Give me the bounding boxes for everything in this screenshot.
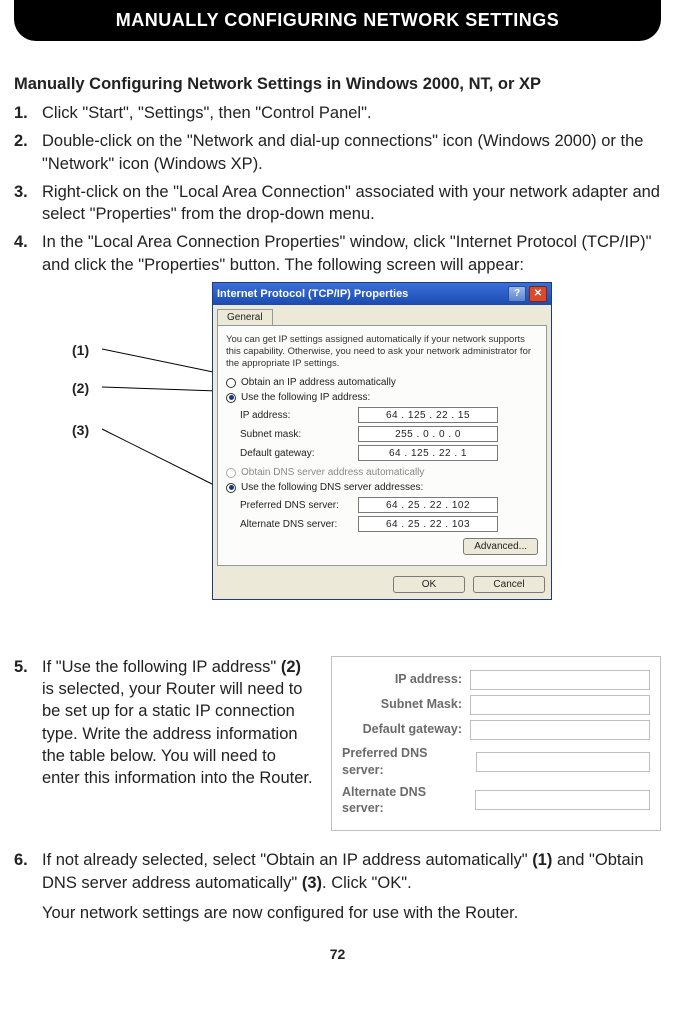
blank-label-mask: Subnet Mask: bbox=[381, 696, 462, 713]
callout-3: (3) bbox=[72, 422, 89, 438]
radio-icon bbox=[226, 393, 236, 403]
blank-gw[interactable] bbox=[470, 720, 650, 740]
step-text-bold: (2) bbox=[281, 658, 301, 676]
step6-followup: Your network settings are now configured… bbox=[14, 902, 661, 924]
step-text-bold: (1) bbox=[532, 851, 552, 869]
input-adns[interactable]: 64 . 25 . 22 . 103 bbox=[358, 516, 498, 532]
dialog-note: You can get IP settings assigned automat… bbox=[226, 334, 538, 370]
dialog-illustration: (1) (2) (3) Internet Protocol (TCP/IP) P… bbox=[14, 282, 661, 642]
blank-label-adns: Alternate DNS server: bbox=[342, 784, 467, 818]
dialog-titlebar[interactable]: Internet Protocol (TCP/IP) Properties ? … bbox=[213, 283, 551, 305]
callout-1: (1) bbox=[72, 342, 89, 358]
radio-label: Use the following IP address: bbox=[241, 392, 370, 403]
tcpip-dialog: Internet Protocol (TCP/IP) Properties ? … bbox=[212, 282, 552, 601]
step-number: 5. bbox=[14, 656, 42, 678]
radio-icon bbox=[226, 378, 236, 388]
label-adns: Alternate DNS server: bbox=[240, 519, 358, 530]
input-ip[interactable]: 64 . 125 . 22 . 15 bbox=[358, 407, 498, 423]
radio-label: Obtain DNS server address automatically bbox=[241, 467, 424, 478]
help-icon[interactable]: ? bbox=[508, 286, 526, 302]
section-subhead: Manually Configuring Network Settings in… bbox=[14, 75, 661, 94]
dialog-tabs: General bbox=[217, 309, 547, 325]
callout-2: (2) bbox=[72, 380, 89, 396]
close-icon[interactable]: ✕ bbox=[529, 286, 547, 302]
blank-label-ip: IP address: bbox=[395, 671, 462, 688]
address-table: IP address: Subnet Mask: Default gateway… bbox=[331, 656, 661, 832]
step-number: 3. bbox=[14, 181, 42, 203]
step6-text: If not already selected, select "Obtain … bbox=[42, 849, 661, 894]
radio-use-dns[interactable]: Use the following DNS server addresses: bbox=[226, 482, 538, 493]
input-gateway[interactable]: 64 . 125 . 22 . 1 bbox=[358, 445, 498, 461]
label-ip: IP address: bbox=[240, 410, 358, 421]
step-number: 2. bbox=[14, 130, 42, 152]
radio-obtain-dns: Obtain DNS server address automatically bbox=[226, 467, 538, 478]
input-pdns[interactable]: 64 . 25 . 22 . 102 bbox=[358, 497, 498, 513]
steps-list-cont: 5. If "Use the following IP address" (2)… bbox=[14, 656, 661, 894]
cancel-button[interactable]: Cancel bbox=[473, 576, 545, 593]
radio-label: Use the following DNS server addresses: bbox=[241, 482, 423, 493]
step-text-bold: (3) bbox=[302, 874, 322, 892]
label-pdns: Preferred DNS server: bbox=[240, 500, 358, 511]
tab-general[interactable]: General bbox=[217, 309, 273, 325]
step-text: Double-click on the "Network and dial-up… bbox=[42, 130, 661, 175]
blank-label-pdns: Preferred DNS server: bbox=[342, 745, 468, 779]
radio-icon bbox=[226, 468, 236, 478]
page-header: MANUALLY CONFIGURING NETWORK SETTINGS bbox=[14, 0, 661, 41]
steps-list: 1. Click "Start", "Settings", then "Cont… bbox=[14, 102, 661, 276]
step-number: 6. bbox=[14, 849, 42, 871]
advanced-button[interactable]: Advanced... bbox=[463, 538, 538, 555]
label-subnet: Subnet mask: bbox=[240, 429, 358, 440]
blank-pdns[interactable] bbox=[476, 752, 650, 772]
step-text-frag: If "Use the following IP address" bbox=[42, 658, 281, 676]
radio-obtain-ip[interactable]: Obtain an IP address automatically bbox=[226, 377, 538, 388]
page-number: 72 bbox=[14, 946, 661, 962]
step-text-frag: If not already selected, select "Obtain … bbox=[42, 851, 532, 869]
blank-mask[interactable] bbox=[470, 695, 650, 715]
ok-button[interactable]: OK bbox=[393, 576, 465, 593]
radio-icon bbox=[226, 483, 236, 493]
step-text-frag: is selected, your Router will need to be… bbox=[42, 680, 313, 787]
label-gateway: Default gateway: bbox=[240, 448, 358, 459]
step-number: 4. bbox=[14, 231, 42, 253]
tab-panel: You can get IP settings assigned automat… bbox=[217, 325, 547, 567]
radio-label: Obtain an IP address automatically bbox=[241, 377, 396, 388]
dialog-title: Internet Protocol (TCP/IP) Properties bbox=[217, 288, 505, 300]
step-text: Right-click on the "Local Area Connectio… bbox=[42, 181, 661, 226]
step-number: 1. bbox=[14, 102, 42, 124]
blank-ip[interactable] bbox=[470, 670, 650, 690]
input-subnet[interactable]: 255 . 0 . 0 . 0 bbox=[358, 426, 498, 442]
blank-label-gw: Default gateway: bbox=[363, 721, 462, 738]
radio-use-ip[interactable]: Use the following IP address: bbox=[226, 392, 538, 403]
step5-text: If "Use the following IP address" (2) is… bbox=[42, 656, 317, 790]
step-text: Click "Start", "Settings", then "Control… bbox=[42, 102, 661, 124]
step-text: In the "Local Area Connection Properties… bbox=[42, 231, 661, 276]
step-text-frag: . Click "OK". bbox=[322, 874, 412, 892]
blank-adns[interactable] bbox=[475, 790, 650, 810]
